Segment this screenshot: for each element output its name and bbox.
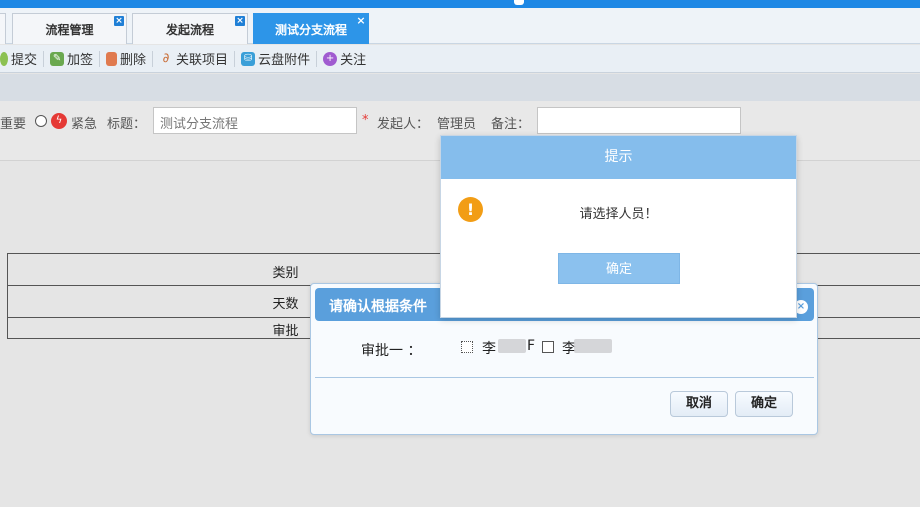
- alert-title: 提示: [441, 136, 796, 179]
- tab-close-icon[interactable]: ×: [235, 16, 245, 26]
- link-project-label: 关联项目: [176, 53, 229, 68]
- remark-input[interactable]: [537, 107, 741, 134]
- toolbar: 提交 ✎ 加签 删除 ∂ 关联项目 ⛁ 云盘附件 + 关注: [0, 45, 920, 73]
- tab-test-branch-process[interactable]: 测试分支流程 ×: [253, 13, 369, 44]
- tab-close-icon[interactable]: ×: [114, 16, 124, 26]
- delete-button[interactable]: 删除: [100, 45, 152, 73]
- title-label: 标题：: [107, 117, 147, 132]
- tab-label: 发起流程: [165, 22, 214, 37]
- approver-checkbox-1[interactable]: [461, 341, 473, 353]
- banner-notch: [514, 0, 524, 5]
- redacted-text: [498, 339, 526, 353]
- tab-process-management[interactable]: 流程管理 ×: [12, 13, 127, 44]
- plus-icon: +: [323, 51, 338, 66]
- delete-label: 删除: [120, 53, 147, 68]
- initiator-label: 发起人：: [377, 117, 430, 132]
- add-sign-label: 加签: [67, 53, 94, 68]
- cloud-drive-icon: ⛁: [241, 51, 256, 66]
- pen-icon: ✎: [50, 51, 65, 66]
- urgent-label: 紧急: [71, 117, 98, 132]
- alert-message: 请选择人员！: [579, 207, 658, 222]
- check-icon: [0, 51, 8, 66]
- tab-bar: 流程管理 × 发起流程 × 测试分支流程 ×: [0, 8, 920, 44]
- add-sign-button[interactable]: ✎ 加签: [44, 45, 99, 73]
- follow-button[interactable]: + 关注: [317, 45, 372, 73]
- redacted-text: [574, 339, 612, 353]
- submit-button[interactable]: 提交: [0, 45, 43, 73]
- lightning-icon[interactable]: ϟ: [51, 113, 67, 129]
- remark-label: 备注：: [491, 117, 531, 132]
- tab-close-icon[interactable]: ×: [356, 15, 366, 26]
- submit-label: 提交: [11, 53, 38, 68]
- tab-start-process[interactable]: 发起流程 ×: [132, 13, 248, 44]
- title-input[interactable]: 测试分支流程: [153, 107, 357, 134]
- approver-suffix-1: F: [527, 338, 536, 354]
- link-icon: ∂: [162, 50, 170, 66]
- dialog-divider: [315, 377, 814, 378]
- follow-label: 关注: [340, 53, 367, 68]
- tab-label: 测试分支流程: [274, 22, 347, 37]
- important-label: 重要: [0, 117, 27, 132]
- cloud-attachment-button[interactable]: ⛁ 云盘附件: [235, 45, 316, 73]
- cancel-button[interactable]: 取消: [670, 391, 728, 417]
- link-project-button[interactable]: ∂ 关联项目: [153, 45, 234, 73]
- dialog-title: 请确认根据条件: [329, 299, 427, 315]
- important-radio[interactable]: [35, 115, 47, 127]
- top-banner: [0, 0, 920, 8]
- approver-checkbox-2[interactable]: [542, 341, 554, 353]
- initiator-value: 管理员: [437, 117, 477, 132]
- trash-icon: [106, 51, 118, 66]
- section-band: [0, 74, 920, 101]
- approver-label: 审批一 ：: [361, 343, 422, 359]
- alert-ok-button[interactable]: 确定: [558, 253, 680, 284]
- cloud-attachment-label: 云盘附件: [258, 53, 311, 68]
- alert-dialog: 提示 ! 请选择人员！ 确定: [440, 135, 797, 318]
- tab-partial[interactable]: [0, 13, 6, 44]
- confirm-button[interactable]: 确定: [735, 391, 793, 417]
- tab-label: 流程管理: [45, 22, 94, 37]
- required-mark: *: [362, 113, 369, 128]
- approver-name-1: 李: [482, 341, 496, 357]
